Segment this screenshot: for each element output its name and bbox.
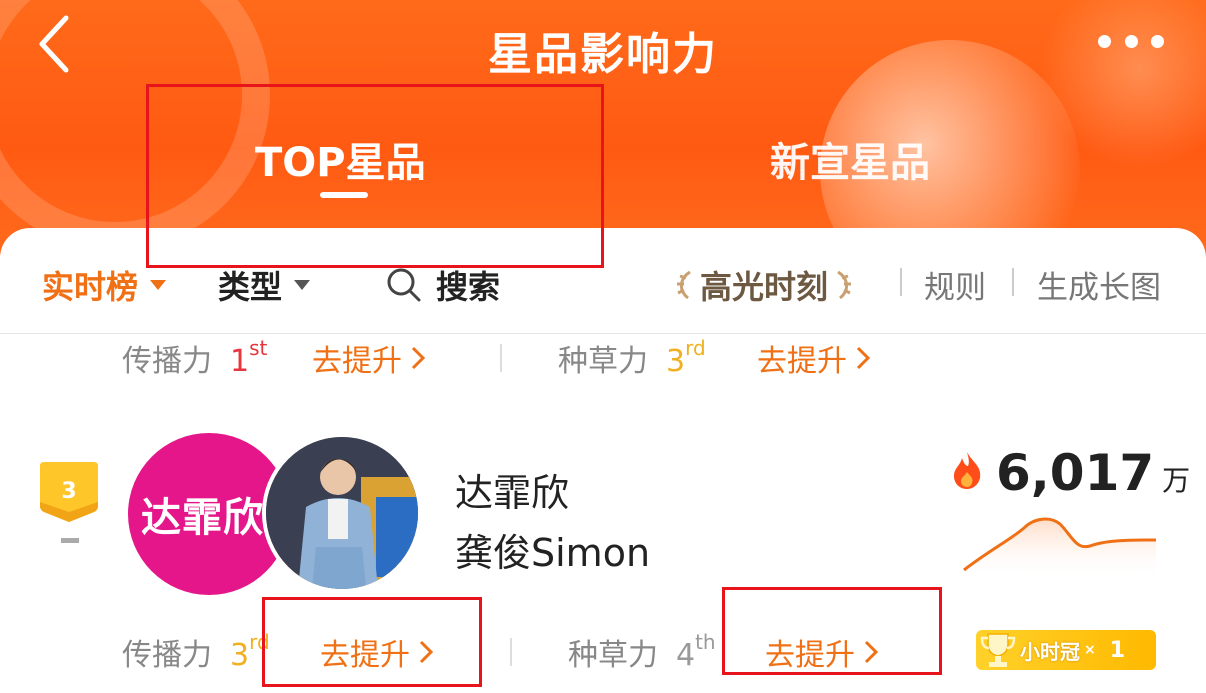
trophy-icon [980,633,1016,667]
more-button[interactable] [1098,30,1164,52]
divider [1012,268,1014,296]
grass-power-label: 种草力 [558,344,648,379]
realtime-filter[interactable]: 实时榜 [42,262,167,308]
chevron-right-icon [856,346,871,370]
laurel-icon [837,270,852,300]
spread-rank-number: 1 [230,344,250,379]
trend-sparkline [963,517,1157,580]
grass-power-label: 种草力 [568,638,658,673]
score-value: 6,017 [996,444,1155,502]
brand-logo-text: 达霏欣 [141,495,264,541]
rank-number: 3 [61,479,76,504]
page-title: 星品影响力 [488,29,718,80]
rules-link[interactable]: 规则 [924,262,986,307]
type-filter-label: 类型 [218,268,283,306]
improve-label: 去提升 [312,344,402,379]
badge-multiplier: × [1084,642,1096,658]
spread-improve-button[interactable]: 去提升 [312,336,428,380]
rank-change-indicator [61,538,79,543]
celebrity-avatar[interactable] [262,433,422,593]
tab-new-products[interactable]: 新宣星品 [770,130,930,188]
divider [900,268,902,296]
generate-image-link[interactable]: 生成长图 [1037,262,1161,307]
chevron-right-icon [411,346,426,370]
rank-badge: 3 [40,462,98,522]
brand-name: 达霏欣 [455,471,570,515]
highlight-box [262,597,482,687]
type-filter[interactable]: 类型 [218,262,311,308]
badge-count: 1 [1109,637,1126,663]
more-icon [1098,34,1111,48]
celebrity-photo [266,437,418,589]
highlight-box [722,587,942,675]
more-icon [1124,34,1138,48]
search-label: 搜索 [436,268,501,306]
more-icon [1151,34,1164,48]
grass-rank-number: 4 [676,638,696,673]
search-button[interactable]: 搜索 [386,262,500,308]
flame-icon [954,452,981,489]
grass-rank-suffix: rd [685,336,706,360]
grass-rank: 3rd [666,336,706,379]
score-unit: 万 [1162,464,1191,497]
caret-down-icon [150,280,167,290]
highlight-moments-button[interactable]: 高光时刻 [672,262,856,308]
laurel-icon [677,270,691,300]
highlight-moments-label: 高光时刻 [700,268,829,306]
badge-label: 小时冠 [1020,639,1080,664]
grass-improve-button[interactable]: 去提升 [757,336,873,380]
divider [500,344,502,372]
highlight-box [146,84,604,268]
hourly-champion-badge[interactable]: 小时冠 × 1 [976,630,1156,670]
spread-rank: 1st [230,336,267,379]
caret-down-icon [294,280,311,290]
influence-score: 6,017 万 [950,444,1190,502]
celebrity-name: 龚俊Simon [455,531,651,575]
grass-rank: 4th [676,630,716,673]
grass-rank-suffix: th [695,630,716,654]
improve-label: 去提升 [757,344,847,379]
realtime-filter-label: 实时榜 [42,268,139,306]
spread-power-label: 传播力 [122,344,212,379]
spread-rank-suffix: st [249,336,268,360]
grass-rank-number: 3 [666,344,686,379]
prev-item-stats-row: 传播力 1st 去提升 种草力 3rd 去提升 [0,334,1206,384]
divider [510,638,512,666]
search-icon [387,268,421,302]
spread-power-label: 传播力 [122,638,212,673]
spread-rank-number: 3 [230,638,250,673]
